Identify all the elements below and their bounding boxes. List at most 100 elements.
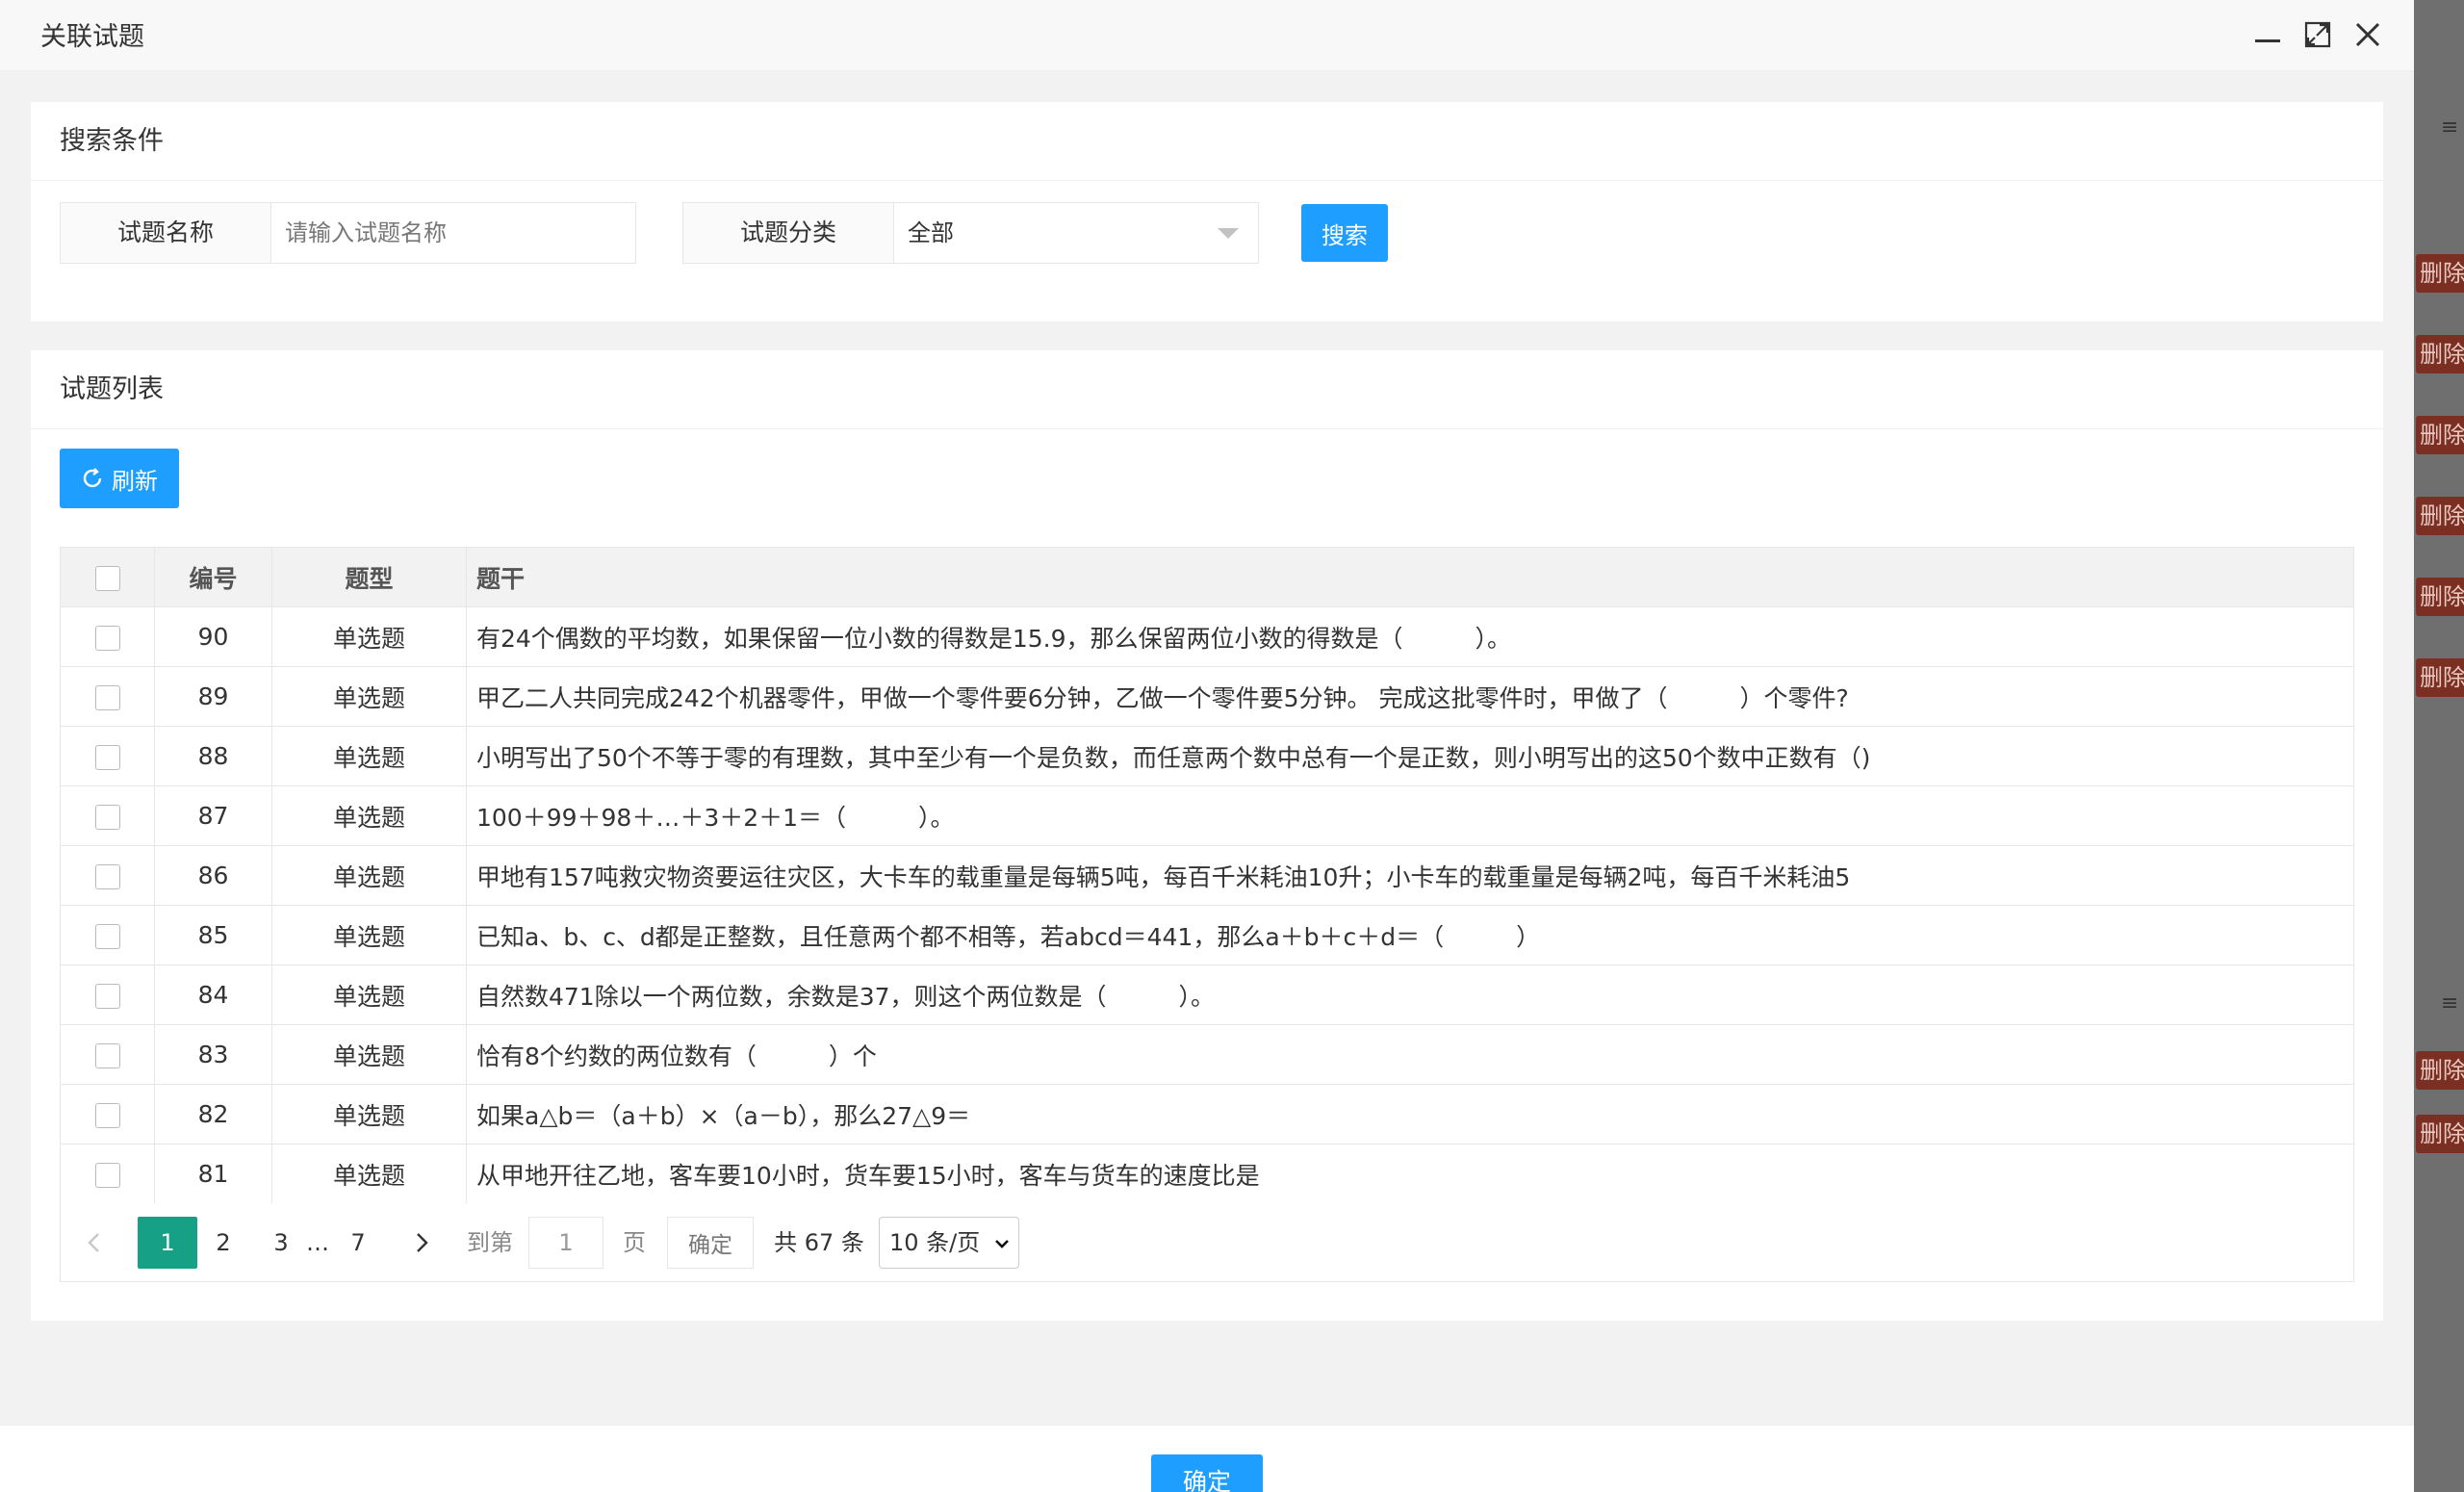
goto-page-input[interactable] <box>528 1217 603 1269</box>
cell-stem: 100＋99＋98＋…＋3＋2＋1＝（ ）。 <box>466 785 2354 846</box>
cell-type: 单选题 <box>271 666 467 727</box>
confirm-button[interactable]: 确定 <box>1151 1454 1263 1492</box>
row-checkbox[interactable] <box>94 1163 120 1188</box>
column-header-stem: 题干 <box>466 547 2354 607</box>
background-delete-button: 删除 <box>2416 254 2464 293</box>
background-delete-button: 删除 <box>2416 1051 2464 1090</box>
prev-page-icon[interactable] <box>70 1217 118 1269</box>
cell-stem: 已知a、b、c、d都是正整数，且任意两个都不相等，若abcd＝441，那么a＋b… <box>466 905 2354 965</box>
cell-id: 90 <box>154 606 272 667</box>
row-checkbox[interactable] <box>94 1043 120 1068</box>
table-row[interactable]: 86 单选题 甲地有157吨救灾物资要运往灾区，大卡车的载重量是每辆5吨，每百千米耗… <box>60 845 2354 906</box>
row-checkbox[interactable] <box>94 745 120 770</box>
caret-down-icon <box>1218 228 1239 239</box>
background-delete-button: 删除 <box>2416 578 2464 616</box>
dialog-title: 关联试题 <box>40 22 144 52</box>
question-name-label: 试题名称 <box>60 202 271 264</box>
column-header-id: 编号 <box>154 547 272 607</box>
row-checkbox[interactable] <box>94 864 120 889</box>
cell-type: 单选题 <box>271 965 467 1025</box>
table-row[interactable]: 89 单选题 甲乙二人共同完成242个机器零件，甲做一个零件要6分钟，乙做一个零件要… <box>60 666 2354 727</box>
row-checkbox[interactable] <box>94 626 120 651</box>
refresh-button-label: 刷新 <box>112 467 158 495</box>
cell-type: 单选题 <box>271 1144 467 1204</box>
cell-stem: 从甲地开往乙地，客车要10小时，货车要15小时，客车与货车的速度比是 <box>466 1144 2354 1204</box>
cell-id: 82 <box>154 1084 272 1145</box>
column-header-type: 题型 <box>271 547 467 607</box>
question-list-panel: 试题列表 刷新 编号 题型 题干 90 单选题 有24个偶数的平均数，如果保留一位小… <box>31 350 2383 1321</box>
refresh-button[interactable]: 刷新 <box>60 449 179 508</box>
chevron-down-icon <box>995 1240 1009 1248</box>
cell-id: 84 <box>154 965 272 1025</box>
background-menu-icon: ≡ <box>2441 991 2459 1016</box>
close-icon[interactable] <box>2350 17 2385 52</box>
table-row[interactable]: 81 单选题 从甲地开往乙地，客车要10小时，货车要15小时，客车与货车的速度比是 <box>60 1144 2354 1204</box>
question-category-select[interactable]: 全部 <box>893 202 1259 264</box>
total-count: 共 67 条 <box>774 1229 864 1256</box>
row-checkbox[interactable] <box>94 805 120 830</box>
maximize-icon[interactable] <box>2300 17 2335 52</box>
table-row[interactable]: 88 单选题 小明写出了50个不等于零的有理数，其中至少有一个是负数，而任意两个数中… <box>60 726 2354 786</box>
row-checkbox[interactable] <box>94 685 120 710</box>
background-delete-button: 删除 <box>2416 658 2464 697</box>
table-row[interactable]: 87 单选题 100＋99＋98＋…＋3＋2＋1＝（ ）。 <box>60 785 2354 846</box>
table-header-row: 编号 题型 题干 <box>60 547 2354 607</box>
background-delete-button: 删除 <box>2416 497 2464 535</box>
cell-type: 单选题 <box>271 845 467 906</box>
cell-type: 单选题 <box>271 606 467 667</box>
cell-id: 81 <box>154 1144 272 1204</box>
page-1-button[interactable]: 1 <box>138 1217 197 1269</box>
cell-type: 单选题 <box>271 1084 467 1145</box>
page-size-select[interactable]: 10 条/页 <box>879 1217 1019 1269</box>
page-2-button[interactable]: 2 <box>201 1217 245 1269</box>
pagination: 1 2 3 … 7 到第 页 确定 共 67 条 10 条/页 <box>60 1203 2354 1282</box>
page-size-value: 10 条/页 <box>889 1229 981 1256</box>
cell-id: 83 <box>154 1024 272 1085</box>
next-page-icon[interactable] <box>398 1217 446 1269</box>
question-category-value: 全部 <box>908 219 954 246</box>
search-button[interactable]: 搜索 <box>1301 204 1388 262</box>
page-unit-label: 页 <box>623 1229 646 1256</box>
row-checkbox[interactable] <box>94 924 120 949</box>
question-name-input[interactable] <box>270 202 636 264</box>
goto-label: 到第 <box>467 1229 513 1256</box>
select-all-checkbox[interactable] <box>94 566 120 591</box>
background-menu-icon: ≡ <box>2441 116 2459 140</box>
background-delete-button: 删除 <box>2416 335 2464 373</box>
table-row[interactable]: 84 单选题 自然数471除以一个两位数，余数是37，则这个两位数是（ ）。 <box>60 965 2354 1025</box>
cell-stem: 如果a△b＝（a＋b）×（a－b），那么27△9＝ <box>466 1084 2354 1145</box>
table-row[interactable]: 85 单选题 已知a、b、c、d都是正整数，且任意两个都不相等，若abcd＝441，… <box>60 905 2354 965</box>
question-category-label: 试题分类 <box>682 202 894 264</box>
cell-id: 89 <box>154 666 272 727</box>
related-questions-dialog: 关联试题 搜索条件 试题名称 试题分类 全部 搜索 试题列表 <box>0 0 2414 1492</box>
question-list-title: 试题列表 <box>31 350 2383 429</box>
cell-type: 单选题 <box>271 726 467 786</box>
cell-stem: 自然数471除以一个两位数，余数是37，则这个两位数是（ ）。 <box>466 965 2354 1025</box>
search-panel-title: 搜索条件 <box>31 102 2383 181</box>
cell-stem: 有24个偶数的平均数，如果保留一位小数的得数是15.9，那么保留两位小数的得数是… <box>466 606 2354 667</box>
dialog-header: 关联试题 <box>0 0 2414 71</box>
goto-confirm-button[interactable]: 确定 <box>667 1217 754 1269</box>
background-page <box>2414 0 2464 1492</box>
cell-stem: 甲地有157吨救灾物资要运往灾区，大卡车的载重量是每辆5吨，每百千米耗油10升；… <box>466 845 2354 906</box>
page-7-button[interactable]: 7 <box>336 1217 380 1269</box>
row-checkbox[interactable] <box>94 1103 120 1128</box>
minimize-icon[interactable] <box>2250 17 2285 52</box>
row-checkbox[interactable] <box>94 984 120 1009</box>
page-3-button[interactable]: 3 <box>259 1217 303 1269</box>
table-row[interactable]: 82 单选题 如果a△b＝（a＋b）×（a－b），那么27△9＝ <box>60 1084 2354 1145</box>
table-row[interactable]: 90 单选题 有24个偶数的平均数，如果保留一位小数的得数是15.9，那么保留两位小… <box>60 606 2354 667</box>
cell-type: 单选题 <box>271 905 467 965</box>
cell-type: 单选题 <box>271 1024 467 1085</box>
table-row[interactable]: 83 单选题 恰有8个约数的两位数有（ ）个 <box>60 1024 2354 1085</box>
background-delete-button: 删除 <box>2416 416 2464 454</box>
cell-stem: 小明写出了50个不等于零的有理数，其中至少有一个是负数，而任意两个数中总有一个是… <box>466 726 2354 786</box>
cell-type: 单选题 <box>271 785 467 846</box>
cell-id: 87 <box>154 785 272 846</box>
cell-stem: 恰有8个约数的两位数有（ ）个 <box>466 1024 2354 1085</box>
question-table: 编号 题型 题干 90 单选题 有24个偶数的平均数，如果保留一位小数的得数是15.… <box>60 547 2354 1204</box>
search-panel: 搜索条件 试题名称 试题分类 全部 搜索 <box>31 102 2383 322</box>
cell-stem: 甲乙二人共同完成242个机器零件，甲做一个零件要6分钟，乙做一个零件要5分钟。 … <box>466 666 2354 727</box>
dialog-footer: 确定 <box>0 1425 2414 1492</box>
cell-id: 86 <box>154 845 272 906</box>
